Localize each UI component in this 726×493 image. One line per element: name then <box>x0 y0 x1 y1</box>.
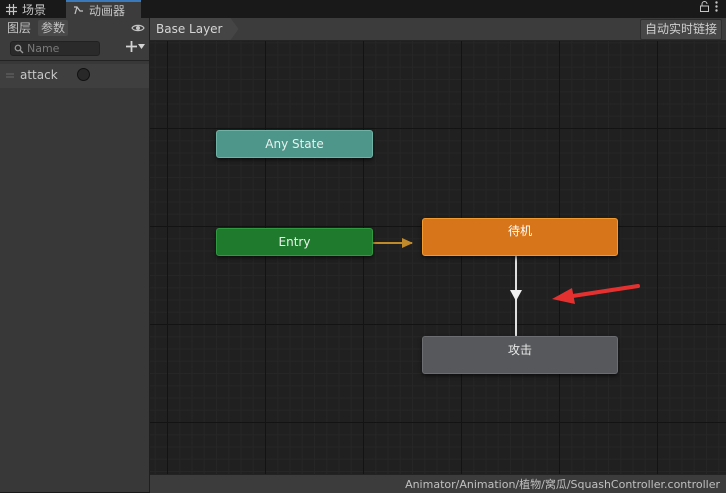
status-bar: Animator/Animation/植物/窝瓜/SquashControlle… <box>150 474 726 493</box>
graph-toolbar: Base Layer 自动实时链接 <box>150 18 726 41</box>
tab-animator[interactable]: 动画器 <box>66 0 141 18</box>
window-controls <box>700 1 718 12</box>
state-any-state[interactable]: Any State <box>216 130 373 158</box>
auto-live-link-button[interactable]: 自动实时链接 <box>639 19 722 40</box>
eye-icon[interactable] <box>131 21 145 35</box>
animator-icon <box>74 5 83 14</box>
trigger-toggle[interactable] <box>77 68 90 81</box>
add-parameter-button[interactable] <box>126 41 145 52</box>
search-box <box>10 41 100 56</box>
parameters-panel: 图层 参数 attack <box>0 18 150 492</box>
plus-icon <box>126 41 137 52</box>
drag-handle-icon[interactable] <box>6 73 14 79</box>
state-entry[interactable]: Entry <box>216 228 373 256</box>
breadcrumb-base-layer[interactable]: Base Layer <box>150 18 239 40</box>
parameter-name[interactable]: attack <box>20 68 58 82</box>
state-idle[interactable]: 待机 <box>422 218 618 256</box>
more-icon[interactable] <box>715 1 718 12</box>
tab-scene[interactable]: 场景 <box>6 0 46 18</box>
tab-parameters[interactable]: 参数 <box>38 20 69 36</box>
search-icon <box>14 44 24 54</box>
tab-layers[interactable]: 图层 <box>4 20 34 36</box>
panel-subtabs: 图层 参数 <box>0 18 149 39</box>
parameters-toolbar <box>0 38 149 61</box>
lock-icon[interactable] <box>700 1 709 12</box>
tab-scene-label: 场景 <box>22 2 47 17</box>
state-attack[interactable]: 攻击 <box>422 336 618 374</box>
search-input[interactable] <box>27 42 97 55</box>
window-tab-bar: 场景 动画器 <box>0 0 726 18</box>
parameter-row-attack[interactable]: attack <box>0 64 149 88</box>
dropdown-icon <box>138 44 145 49</box>
controller-path: Animator/Animation/植物/窝瓜/SquashControlle… <box>405 478 720 491</box>
grid-icon <box>6 3 17 15</box>
tab-animator-label: 动画器 <box>89 3 126 18</box>
